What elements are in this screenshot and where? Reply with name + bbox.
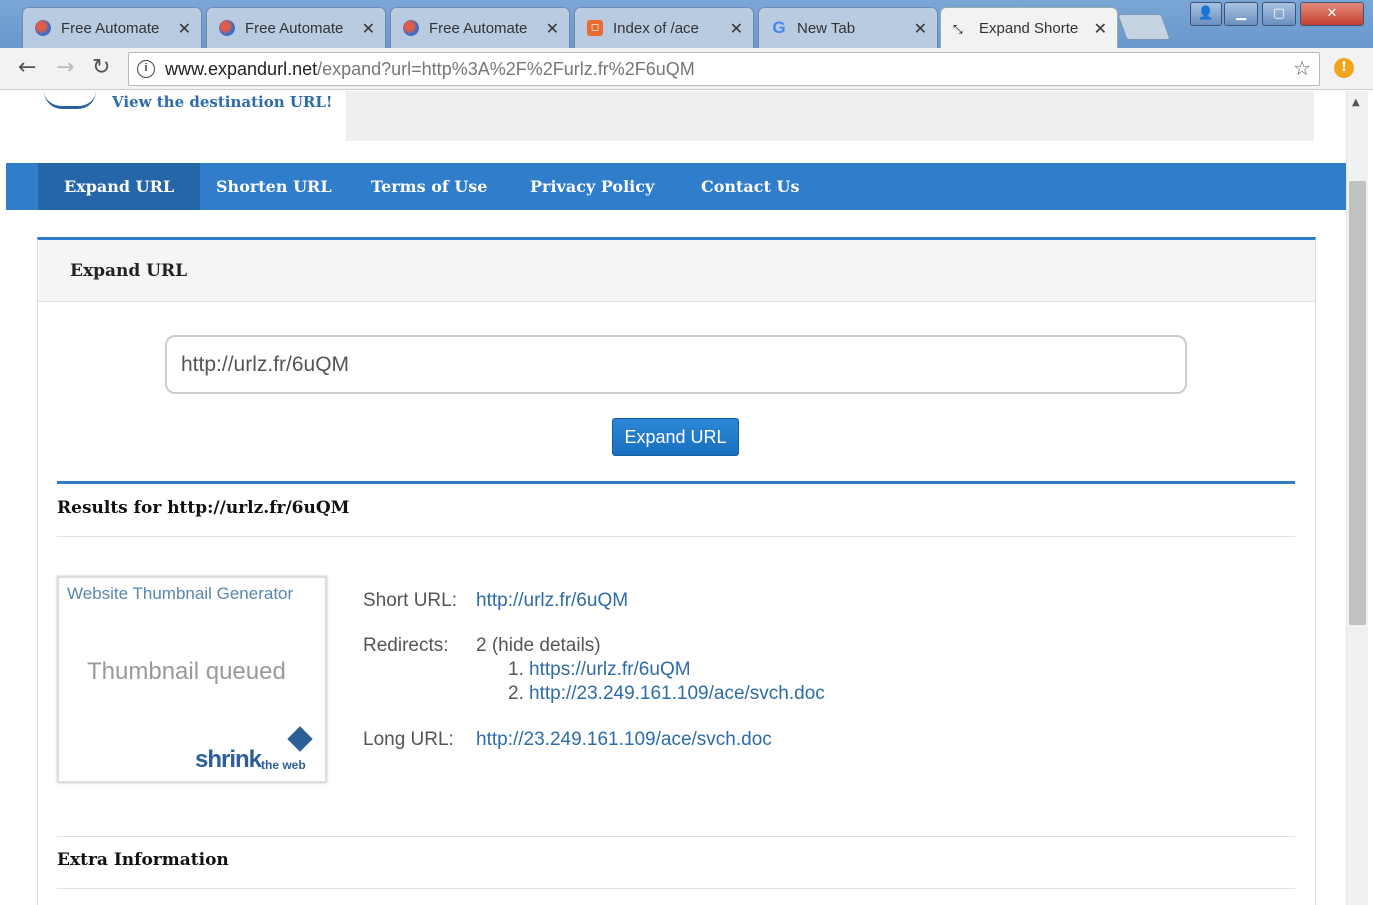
- tab-label: New Tab: [797, 19, 856, 37]
- redirect-link[interactable]: http://23.249.161.109/ace/svch.doc: [529, 683, 825, 705]
- browser-tabstrip: Free Automate ✕ Free Automate ✕ Free Aut…: [0, 0, 1373, 49]
- divider: [57, 836, 1295, 837]
- browser-tab[interactable]: Free Automate ✕: [390, 7, 570, 48]
- minimize-button[interactable]: ▁: [1224, 2, 1258, 26]
- address-bar[interactable]: i www.expandurl.net/expand?url=http%3A%2…: [128, 52, 1320, 86]
- globe-icon: [403, 20, 419, 36]
- divider: [57, 536, 1295, 537]
- tab-label: Free Automate: [245, 19, 344, 37]
- browser-tab[interactable]: Free Automate ✕: [22, 7, 202, 48]
- google-icon: G: [772, 18, 786, 37]
- redirect-link[interactable]: https://urlz.fr/6uQM: [529, 659, 691, 681]
- long-url-link[interactable]: http://23.249.161.109/ace/svch.doc: [476, 729, 772, 751]
- thumbnail-title[interactable]: Website Thumbnail Generator: [67, 584, 293, 604]
- user-icon[interactable]: 👤: [1190, 2, 1222, 26]
- website-thumbnail: Website Thumbnail Generator Thumbnail qu…: [57, 576, 327, 783]
- results-title: Results for http://urlz.fr/6uQM: [57, 498, 350, 518]
- long-url-label: Long URL:: [363, 729, 454, 750]
- globe-icon: [35, 20, 51, 36]
- globe-logo-icon: [44, 91, 96, 109]
- nav-expand-url[interactable]: Expand URL: [38, 163, 201, 210]
- globe-icon: [219, 20, 235, 36]
- url-path: /expand?url=http%3A%2F%2Furlz.fr%2F6uQM: [317, 59, 695, 79]
- logo-main-text: shrink: [195, 746, 262, 773]
- redirects-summary[interactable]: 2 (hide details): [476, 635, 601, 657]
- panel-title: Expand URL: [38, 240, 1315, 302]
- close-icon[interactable]: ✕: [546, 19, 559, 38]
- close-icon[interactable]: ✕: [730, 19, 743, 38]
- site-header: View the destination URL!: [6, 91, 1346, 163]
- browser-tab[interactable]: G New Tab ✕: [758, 7, 938, 48]
- expand-icon: ⤡: [953, 21, 963, 36]
- browser-tab[interactable]: ◻ Index of /ace ✕: [574, 7, 754, 48]
- new-tab-button[interactable]: [1117, 14, 1171, 40]
- vertical-scrollbar[interactable]: ▲: [1346, 91, 1368, 905]
- expand-url-button[interactable]: Expand URL: [612, 418, 739, 456]
- html-icon: ◻: [587, 20, 603, 36]
- info-icon[interactable]: i: [137, 60, 155, 78]
- window-close-button[interactable]: ✕: [1300, 2, 1364, 26]
- scroll-thumb[interactable]: [1349, 181, 1366, 625]
- divider: [57, 888, 1295, 889]
- short-url-label: Short URL:: [363, 590, 457, 611]
- scroll-up-arrow-icon[interactable]: ▲: [1352, 97, 1360, 108]
- thumbnail-status: Thumbnail queued: [87, 658, 286, 685]
- nav-terms-of-use[interactable]: Terms of Use: [345, 163, 513, 210]
- close-icon[interactable]: ✕: [914, 19, 927, 38]
- extra-info-title: Extra Information: [57, 850, 229, 870]
- nav-contact-us[interactable]: Contact Us: [675, 163, 825, 210]
- maximize-button[interactable]: ▢: [1262, 2, 1296, 26]
- forward-arrow-icon[interactable]: →: [56, 56, 74, 80]
- logo-diamond-icon: [287, 726, 313, 752]
- extension-alert-icon[interactable]: !: [1334, 58, 1354, 78]
- short-url-link[interactable]: http://urlz.fr/6uQM: [476, 590, 628, 612]
- tab-label: Free Automate: [61, 19, 160, 37]
- nav-privacy-policy[interactable]: Privacy Policy: [504, 163, 680, 210]
- main-nav: Expand URL Shorten URL Terms of Use Priv…: [6, 163, 1346, 210]
- back-arrow-icon[interactable]: ←: [18, 56, 36, 80]
- tab-label: Free Automate: [429, 19, 528, 37]
- page-viewport: View the destination URL! Expand URL Sho…: [0, 91, 1373, 905]
- redirects-label: Redirects:: [363, 635, 449, 656]
- url-host: www.expandurl.net: [165, 59, 318, 79]
- bookmark-star-icon[interactable]: ☆: [1293, 53, 1311, 85]
- redirect-num: 1.: [508, 659, 524, 680]
- shrinktheweb-logo[interactable]: shrink the web: [195, 726, 319, 776]
- nav-shorten-url[interactable]: Shorten URL: [190, 163, 358, 210]
- tab-label: Index of /ace: [613, 19, 699, 37]
- results-divider: [57, 481, 1295, 484]
- close-icon[interactable]: ✕: [178, 19, 191, 38]
- url-input[interactable]: http://urlz.fr/6uQM: [165, 335, 1187, 394]
- browser-tab[interactable]: Free Automate ✕: [206, 7, 386, 48]
- site-tagline: View the destination URL!: [112, 93, 333, 111]
- browser-toolbar: ← → ↻ i www.expandurl.net/expand?url=htt…: [0, 48, 1373, 90]
- redirect-num: 2.: [508, 683, 524, 704]
- reload-icon[interactable]: ↻: [92, 56, 110, 80]
- close-icon[interactable]: ✕: [362, 19, 375, 38]
- expand-panel: Expand URL http://urlz.fr/6uQM Expand UR…: [37, 237, 1316, 905]
- logo-small-text: the web: [261, 758, 306, 772]
- browser-tab-active[interactable]: ⤡ Expand Shorte ✕: [940, 7, 1118, 49]
- header-banner: [346, 91, 1314, 141]
- close-icon[interactable]: ✕: [1094, 19, 1107, 38]
- tab-label: Expand Shorte: [979, 20, 1079, 37]
